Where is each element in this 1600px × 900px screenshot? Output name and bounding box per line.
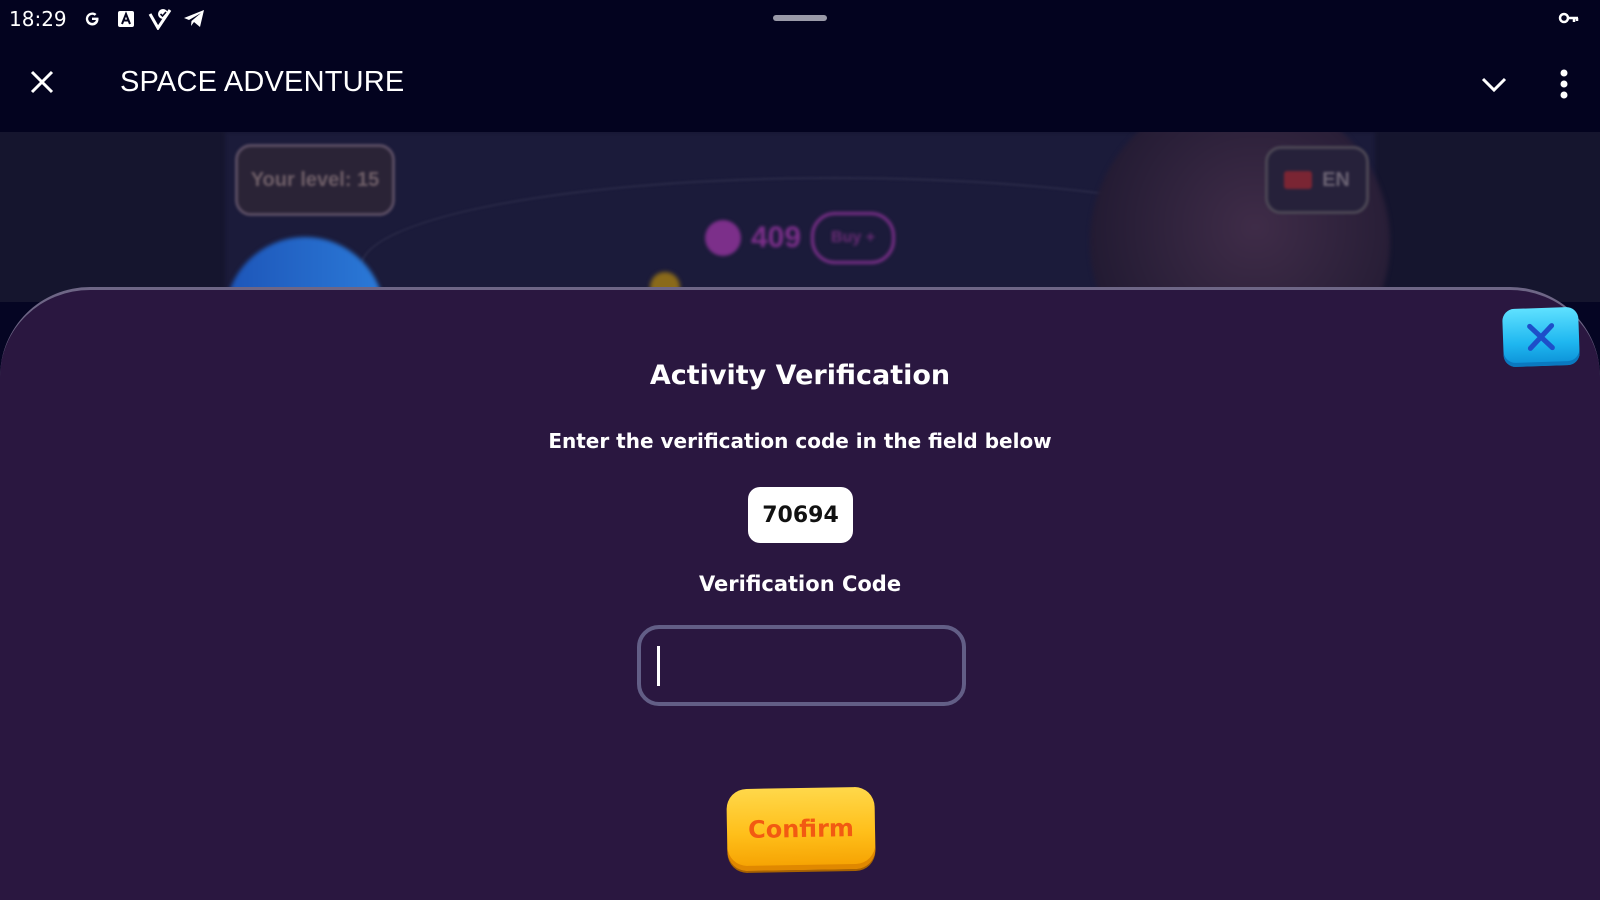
coin-value: 409 <box>751 221 802 254</box>
language-label: EN <box>1322 168 1350 191</box>
app-title: SPACE ADVENTURE <box>120 66 405 98</box>
key-icon <box>1558 8 1580 33</box>
coin-balance: 409 Buy + <box>705 212 896 264</box>
verification-code-label: Verification Code <box>698 572 902 596</box>
modal-close-button[interactable] <box>1502 306 1580 368</box>
modal-instruction: Enter the verification code in the field… <box>548 429 1052 453</box>
close-icon <box>1527 323 1555 351</box>
text-caret <box>657 646 660 686</box>
language-selector: EN <box>1265 146 1369 214</box>
verification-code-input[interactable] <box>637 625 966 706</box>
flag-icon <box>1284 171 1313 189</box>
shield-check-icon <box>148 8 172 30</box>
google-icon <box>80 8 104 30</box>
verification-code-display: 70694 <box>748 487 853 543</box>
status-bar: 18:29 <box>0 0 1600 40</box>
close-icon[interactable] <box>26 66 58 98</box>
status-icons <box>80 8 206 30</box>
more-vert-icon[interactable] <box>1550 66 1578 102</box>
telegram-icon <box>182 8 206 30</box>
app-bar: SPACE ADVENTURE <box>0 40 1600 132</box>
level-badge: Your level: 15 <box>235 144 395 216</box>
drag-handle[interactable] <box>773 15 827 21</box>
confirm-button[interactable]: Confirm <box>726 786 876 872</box>
modal-title: Activity Verification <box>649 360 951 391</box>
translate-icon <box>114 8 138 30</box>
coin-icon <box>705 220 741 256</box>
buy-button: Buy + <box>811 212 896 264</box>
chevron-down-icon[interactable] <box>1478 68 1510 100</box>
game-background: Your level: 15 EN 409 Buy + <box>0 132 1600 302</box>
status-time: 18:29 <box>9 7 67 31</box>
